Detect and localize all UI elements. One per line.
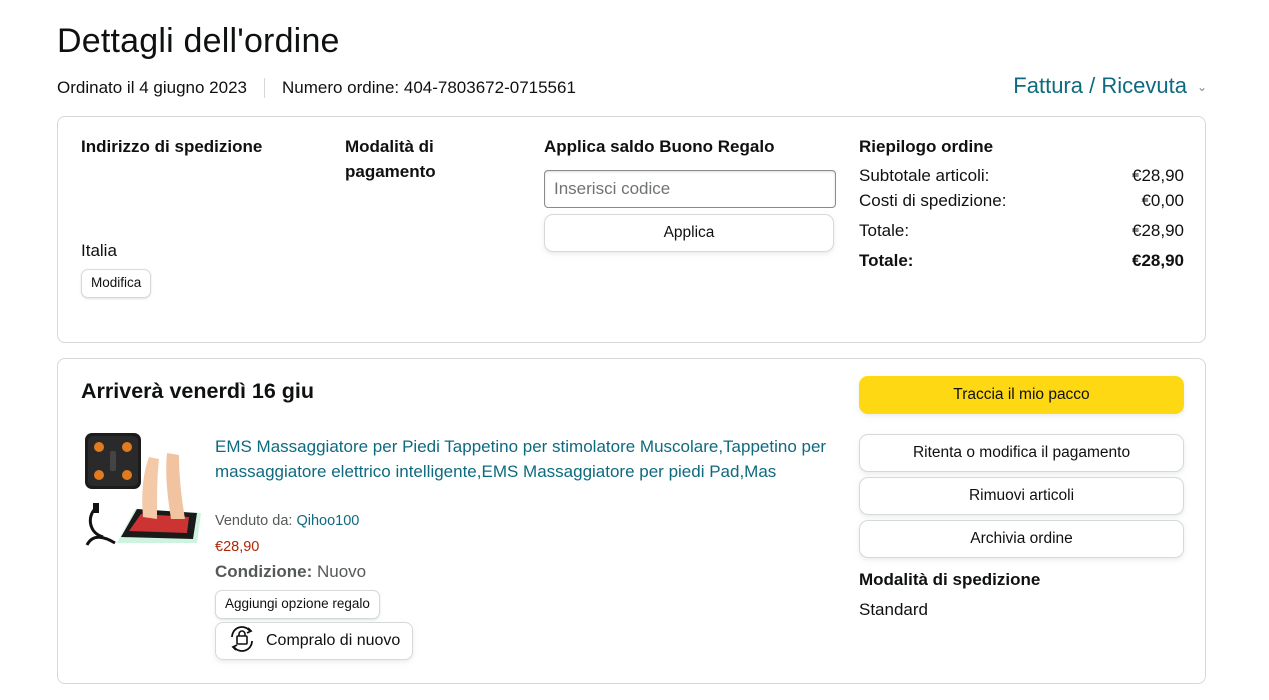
payment-method-heading: Modalità di pagamento	[345, 137, 436, 181]
gift-card-heading: Applica saldo Buono Regalo	[544, 137, 775, 156]
seller-info: Venduto da: Qihoo100	[215, 513, 359, 529]
order-meta: Ordinato il 4 giugno 2023 Numero ordine:…	[57, 78, 576, 98]
summary-label: Costi di spedizione:	[859, 191, 1007, 210]
add-gift-option-button[interactable]: Aggiungi opzione regalo	[215, 590, 380, 619]
summary-label: Subtotale articoli:	[859, 166, 990, 185]
product-title-link[interactable]: EMS Massaggiatore per Piedi Tappetino pe…	[215, 434, 835, 484]
track-package-button[interactable]: Traccia il mio pacco	[859, 376, 1184, 414]
shipment-card: Arriverà venerdì 16 giu EMS Massaggiator…	[57, 358, 1206, 684]
gift-code-input[interactable]	[544, 170, 836, 208]
buy-again-icon	[226, 625, 258, 658]
arrival-heading: Arriverà venerdì 16 giu	[81, 379, 315, 403]
chevron-down-icon: ⌄	[1196, 80, 1207, 94]
order-info-card: Indirizzo di spedizione Italia Modifica …	[57, 116, 1206, 343]
page-title: Dettagli dell'ordine	[57, 22, 340, 60]
summary-value: €28,90	[1132, 221, 1184, 240]
seller-link[interactable]: Qihoo100	[296, 513, 359, 529]
summary-total-value: €28,90	[1132, 251, 1184, 270]
condition-label: Condizione:	[215, 562, 313, 581]
product-price: €28,90	[215, 539, 260, 555]
summary-row: Costi di spedizione: €0,00	[859, 191, 1184, 211]
order-summary-heading: Riepilogo ordine	[859, 137, 994, 156]
condition-value: Nuovo	[317, 562, 367, 581]
order-number: Numero ordine: 404-7803672-0715561	[281, 78, 576, 97]
archive-order-button[interactable]: Archivia ordine	[859, 520, 1184, 558]
retry-payment-button[interactable]: Ritenta o modifica il pagamento	[859, 434, 1184, 472]
summary-total-label: Totale:	[859, 251, 914, 270]
divider	[263, 78, 265, 98]
apply-gift-button[interactable]: Applica	[544, 214, 834, 252]
summary-value: €28,90	[1132, 166, 1184, 185]
edit-address-button[interactable]: Modifica	[81, 269, 152, 298]
summary-total-row: Totale: €28,90	[859, 251, 1184, 271]
invoice-label: Fattura / Ricevuta	[1013, 73, 1187, 98]
shipping-method-heading: Modalità di spedizione	[859, 570, 1041, 589]
summary-value: €0,00	[1141, 191, 1184, 210]
sold-by-label: Venduto da:	[215, 513, 293, 529]
invoice-dropdown[interactable]: Fattura / Ricevuta ⌄	[1013, 73, 1207, 99]
foot-massager-image	[85, 433, 201, 546]
product-condition: Condizione: Nuovo	[215, 562, 366, 582]
summary-label: Totale:	[859, 221, 910, 240]
shipping-address-heading: Indirizzo di spedizione	[81, 137, 263, 156]
product-image[interactable]	[85, 433, 201, 549]
buy-again-label: Compralo di nuovo	[266, 632, 401, 649]
remove-items-button[interactable]: Rimuovi articoli	[859, 477, 1184, 515]
summary-row: Totale: €28,90	[859, 221, 1184, 241]
buy-again-button[interactable]: Compralo di nuovo	[215, 622, 414, 660]
order-date: Ordinato il 4 giugno 2023	[57, 78, 247, 97]
summary-row: Subtotale articoli: €28,90	[859, 166, 1184, 186]
shipping-address-country: Italia	[81, 241, 117, 260]
shipping-method-value: Standard	[859, 600, 928, 619]
